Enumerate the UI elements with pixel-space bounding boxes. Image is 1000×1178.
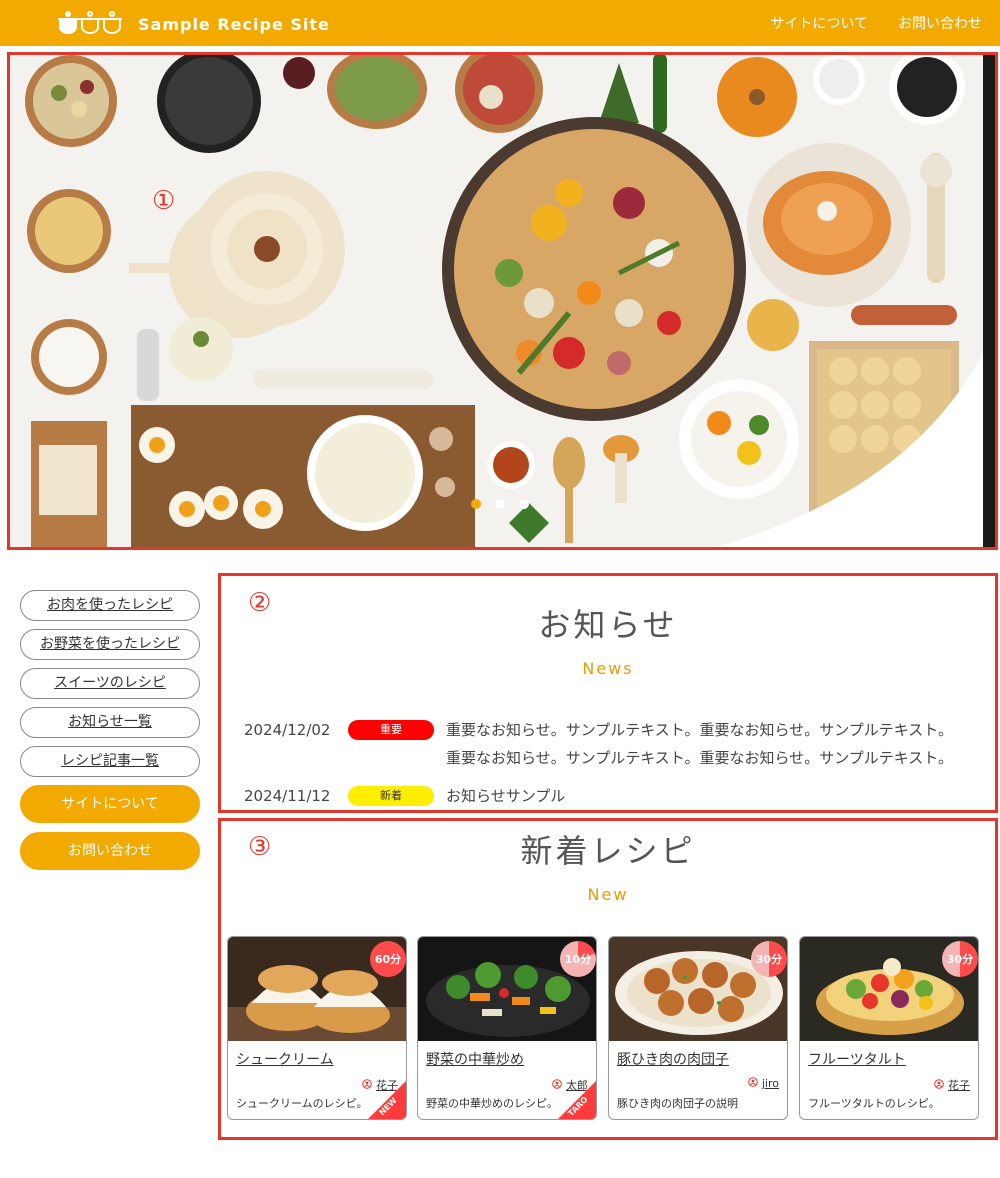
news-date: 2024/11/12 bbox=[244, 787, 331, 805]
news-text[interactable]: お知らせサンプル bbox=[446, 782, 966, 810]
news-item[interactable]: 2024/11/12 新着 お知らせサンプル bbox=[244, 782, 966, 810]
sidebar-contact-button[interactable]: お問い合わせ bbox=[20, 832, 200, 870]
recipe-image-cream-puff[interactable]: 60分 bbox=[228, 937, 406, 1041]
news-subtitle: News bbox=[582, 659, 634, 678]
slider-dots bbox=[471, 499, 529, 509]
recipe-card[interactable]: 60分 シュークリーム 花子 シュークリームのレシピ。 NEW bbox=[227, 936, 407, 1120]
recipe-description: シュークリームのレシピ。 bbox=[236, 1097, 368, 1110]
news-tag-new: 新着 bbox=[348, 786, 434, 806]
recipe-description: フルーツタルトのレシピ。 bbox=[808, 1097, 940, 1110]
recipes-subtitle: New bbox=[587, 885, 629, 904]
recipe-card[interactable]: 10分 野菜の中華炒め 太郎 野菜の中華炒めのレシピ。 TARO bbox=[417, 936, 597, 1120]
time-badge: 60分 bbox=[370, 941, 406, 977]
header-nav: サイトについて お問い合わせ bbox=[770, 0, 982, 46]
site-header: Sample Recipe Site サイトについて お問い合わせ bbox=[0, 0, 1000, 46]
recipe-title[interactable]: 野菜の中華炒め bbox=[426, 1049, 524, 1069]
recipe-image-meatballs[interactable]: 30分 bbox=[609, 937, 787, 1041]
recipe-description: 野菜の中華炒めのレシピ。 bbox=[426, 1097, 558, 1110]
sidebar-item-news-list[interactable]: お知らせ一覧 bbox=[20, 707, 200, 738]
recipe-title[interactable]: フルーツタルト bbox=[808, 1049, 906, 1069]
hero-slider[interactable] bbox=[9, 53, 997, 549]
recipe-title[interactable]: 豚ひき肉の肉団子 bbox=[617, 1049, 729, 1069]
pot-logo-icon bbox=[56, 9, 128, 39]
sidebar-item-recipe-articles[interactable]: レシピ記事一覧 bbox=[20, 746, 200, 777]
news-text[interactable]: 重要なお知らせ。サンプルテキスト。重要なお知らせ。サンプルテキスト。重要なお知ら… bbox=[446, 716, 966, 772]
user-icon bbox=[934, 1078, 944, 1092]
recipe-description: 豚ひき肉の肉団子の説明 bbox=[617, 1097, 738, 1110]
user-icon bbox=[748, 1077, 758, 1090]
new-ribbon: NEW bbox=[368, 1081, 406, 1119]
time-badge: 30分 bbox=[751, 941, 787, 977]
author-name: jiro bbox=[761, 1077, 779, 1090]
sidebar-item-meat-recipes[interactable]: お肉を使ったレシピ bbox=[20, 590, 200, 621]
sidebar-item-sweets-recipes[interactable]: スイーツのレシピ bbox=[20, 668, 200, 699]
logo-text: Sample Recipe Site bbox=[138, 14, 330, 34]
recipe-author[interactable]: jiro bbox=[748, 1077, 779, 1090]
author-ribbon: TARO bbox=[558, 1081, 596, 1119]
author-name: 花子 bbox=[948, 1079, 970, 1092]
site-logo[interactable]: Sample Recipe Site bbox=[56, 9, 330, 39]
hero-food-image bbox=[9, 53, 997, 549]
recipe-author[interactable]: 花子 bbox=[934, 1077, 970, 1093]
news-item[interactable]: 2024/12/02 重要 重要なお知らせ。サンプルテキスト。重要なお知らせ。サ… bbox=[244, 716, 966, 772]
slider-dot-3[interactable] bbox=[519, 499, 529, 509]
news-tag-important: 重要 bbox=[348, 720, 434, 740]
recipe-card[interactable]: 30分 フルーツタルト 花子 フルーツタルトのレシピ。 bbox=[799, 936, 979, 1120]
nav-about-link[interactable]: サイトについて bbox=[770, 13, 868, 33]
recipes-title: 新着レシピ bbox=[520, 832, 696, 870]
sidebar-item-vegetable-recipes[interactable]: お野菜を使ったレシピ bbox=[20, 629, 200, 660]
recipe-card[interactable]: 30分 豚ひき肉の肉団子 jiro 豚ひき肉の肉団子の説明 bbox=[608, 936, 788, 1120]
recipe-title[interactable]: シュークリーム bbox=[236, 1049, 334, 1069]
marker-1: ① bbox=[152, 186, 176, 216]
slider-dot-2[interactable] bbox=[495, 499, 505, 509]
news-title: お知らせ bbox=[538, 606, 678, 644]
recipe-image-fruit-tart[interactable]: 30分 bbox=[800, 937, 978, 1041]
sidebar: お肉を使ったレシピ お野菜を使ったレシピ スイーツのレシピ お知らせ一覧 レシピ… bbox=[20, 590, 200, 879]
slider-dot-1[interactable] bbox=[471, 499, 481, 509]
nav-contact-link[interactable]: お問い合わせ bbox=[898, 13, 982, 33]
sidebar-about-button[interactable]: サイトについて bbox=[20, 785, 200, 823]
news-date: 2024/12/02 bbox=[244, 721, 331, 739]
time-badge: 10分 bbox=[560, 941, 596, 977]
time-badge: 30分 bbox=[942, 941, 978, 977]
recipe-image-stir-fry[interactable]: 10分 bbox=[418, 937, 596, 1041]
